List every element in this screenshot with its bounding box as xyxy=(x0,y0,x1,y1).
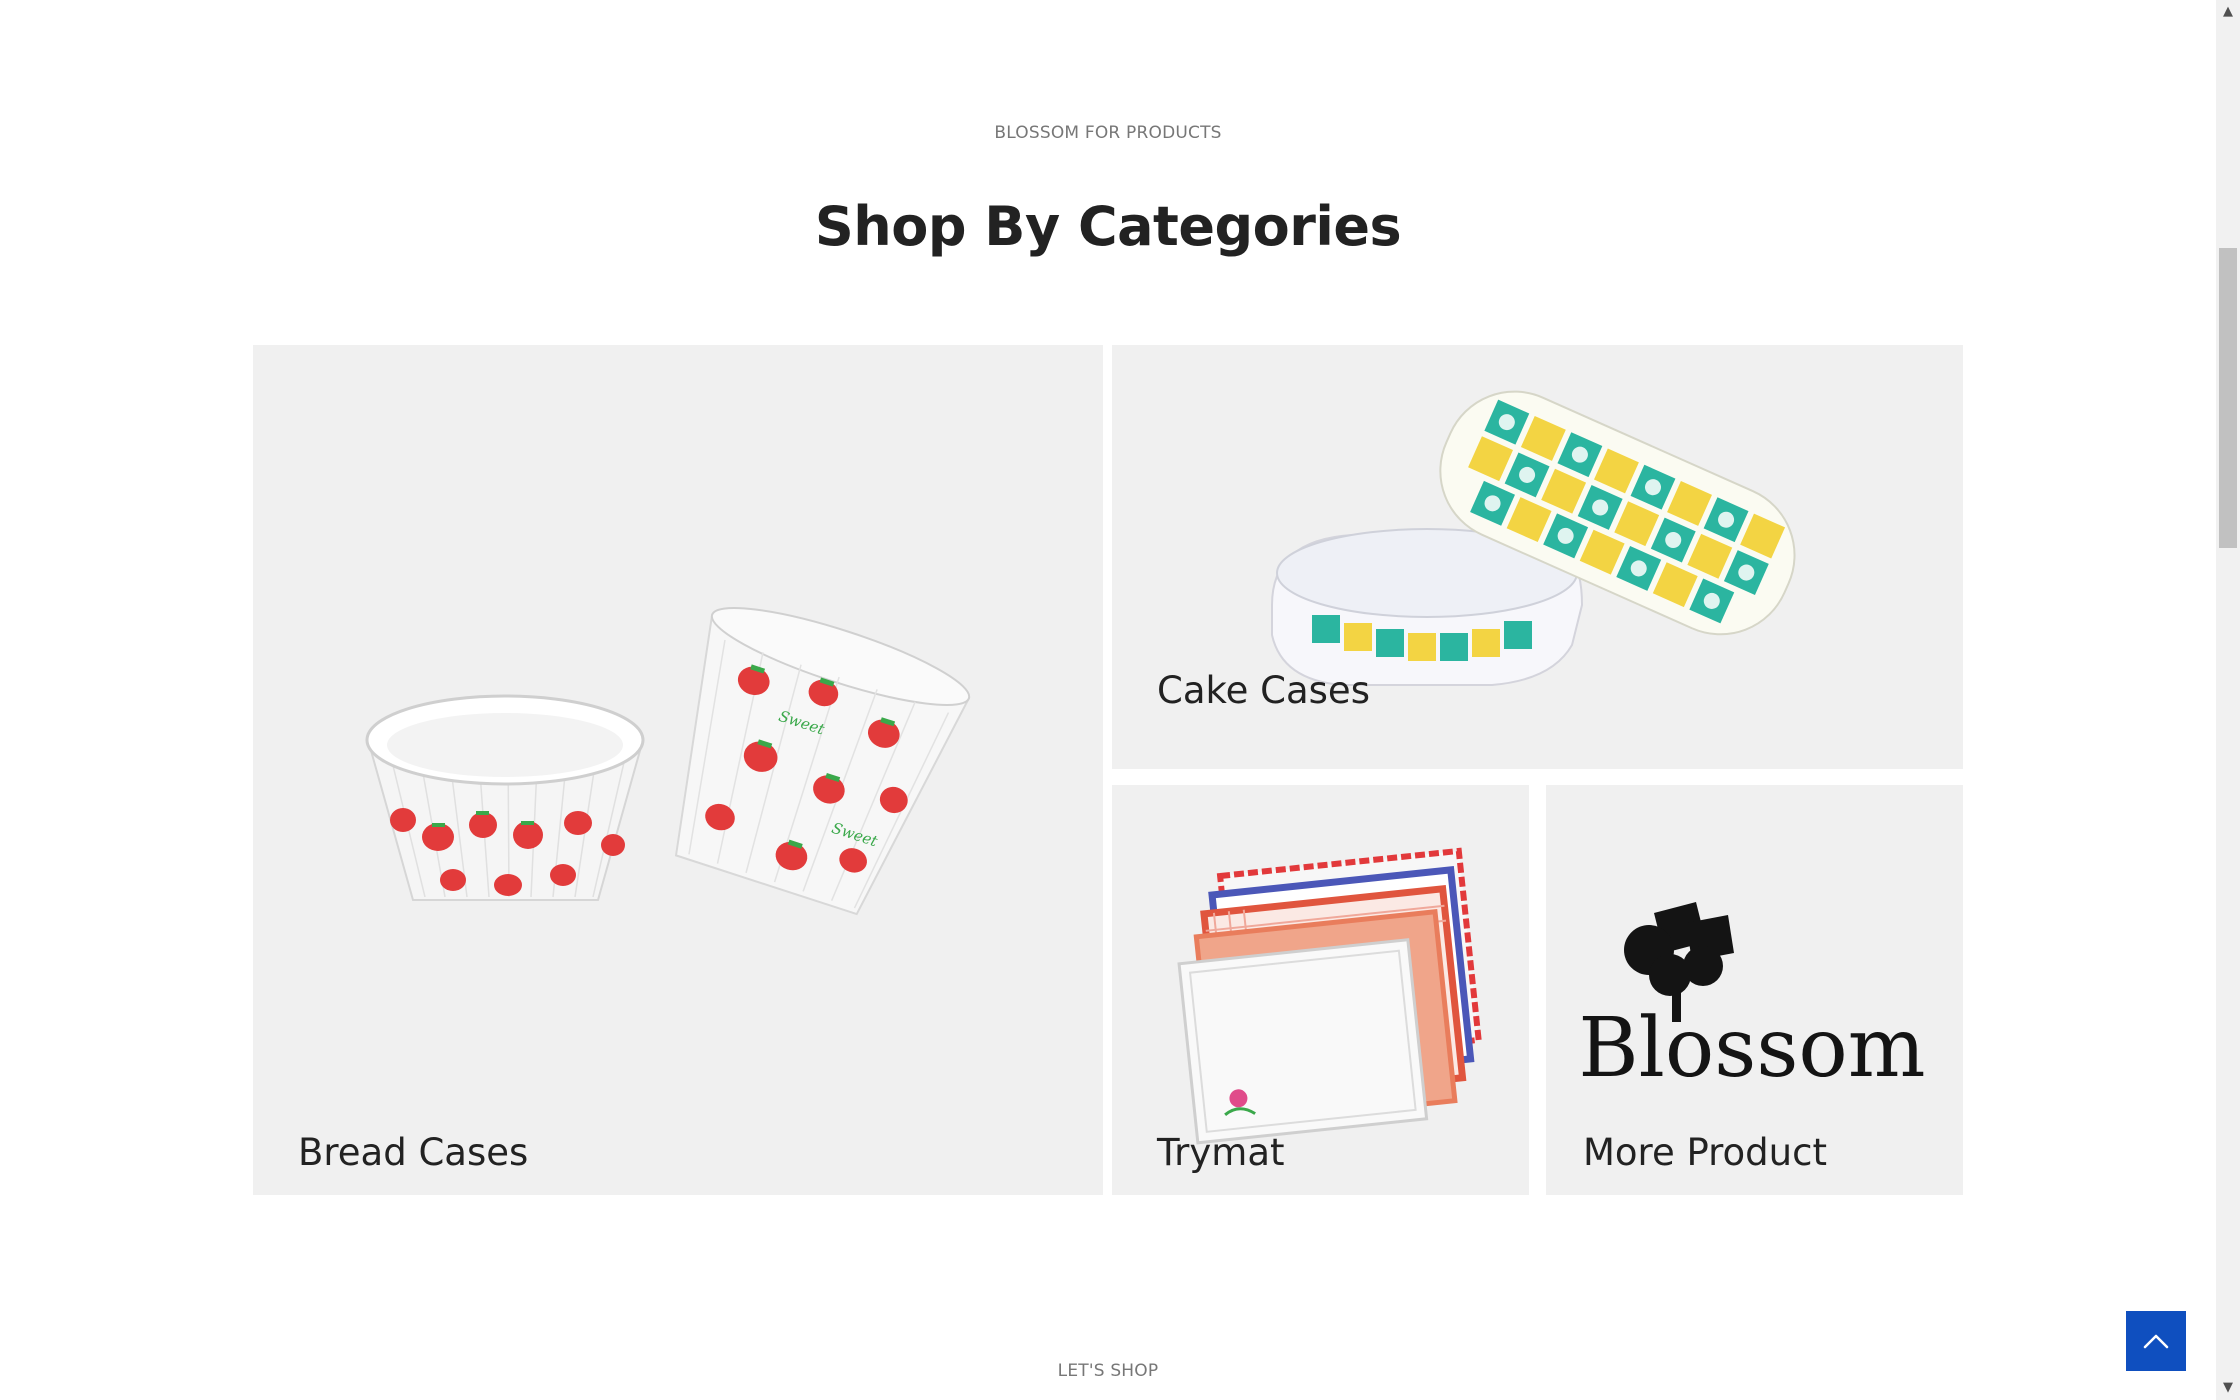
blossom-logo-text: Blossom xyxy=(1578,1001,1925,1096)
category-label: Bread Cases xyxy=(298,1131,529,1174)
chevron-up-icon xyxy=(2143,1334,2169,1349)
category-label: Trymat xyxy=(1157,1131,1285,1174)
category-label: Cake Cases xyxy=(1157,669,1370,712)
next-section-eyebrow: LET'S SHOP xyxy=(1057,1361,1159,1381)
scrollbar-thumb[interactable] xyxy=(2219,248,2237,548)
scroll-up-arrow-icon[interactable]: ▲ xyxy=(2216,0,2240,24)
back-to-top-button[interactable] xyxy=(2126,1311,2186,1371)
category-card-bread-cases[interactable]: Sweet Sweet Bread Cases xyxy=(253,345,1103,1195)
section-eyebrow: BLOSSOM FOR PRODUCTS xyxy=(994,123,1222,143)
page-scrollbar[interactable]: ▲ ▼ xyxy=(2216,0,2240,1400)
strawberry-paper-cups-image: Sweet Sweet xyxy=(365,606,971,916)
page: BLOSSOM FOR PRODUCTS Shop By Categories xyxy=(0,0,2240,1400)
category-card-cake-cases[interactable]: Cake Cases xyxy=(1112,345,1963,769)
section-title: Shop By Categories xyxy=(814,195,1402,258)
category-label: More Product xyxy=(1583,1131,1827,1174)
scroll-down-arrow-icon[interactable]: ▼ xyxy=(2216,1376,2240,1400)
category-card-more-product[interactable]: Blossom More Product xyxy=(1546,785,1963,1195)
category-card-trymat[interactable]: Trymat xyxy=(1112,785,1529,1195)
